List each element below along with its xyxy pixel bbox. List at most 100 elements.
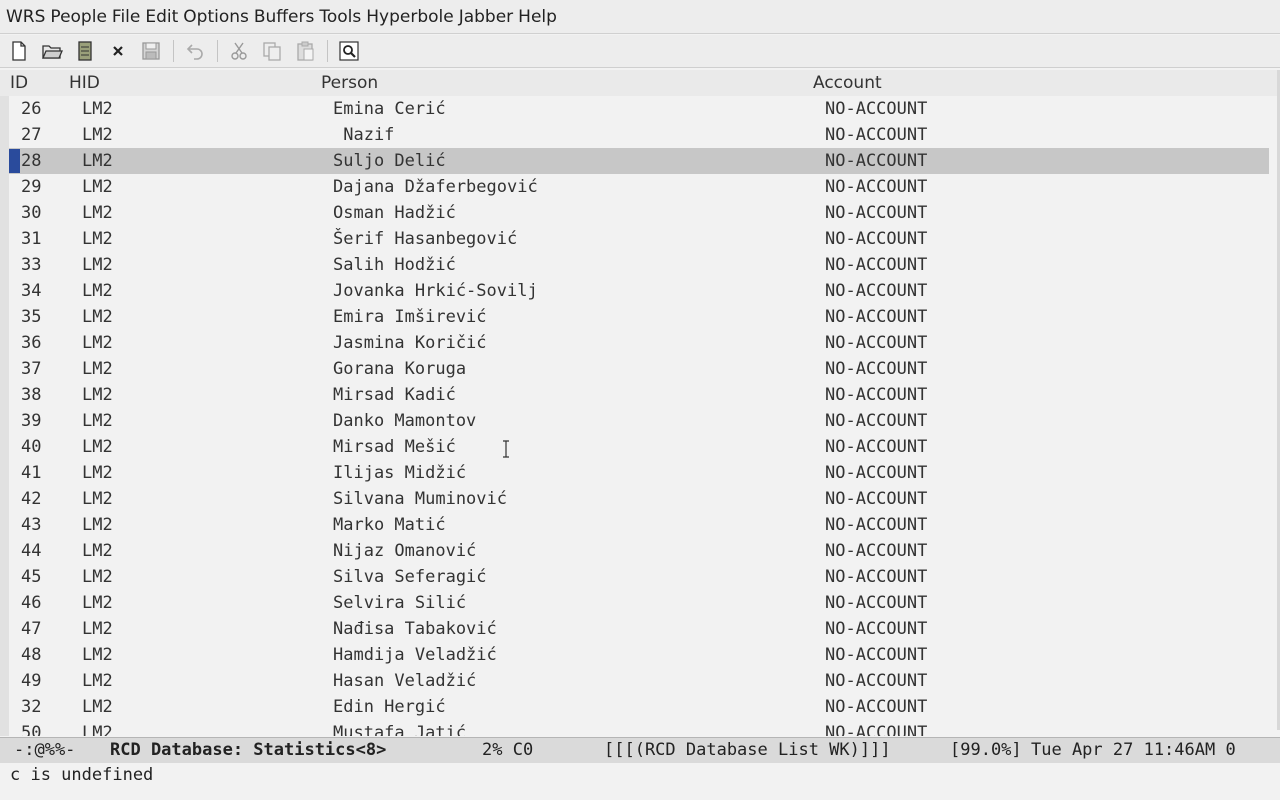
table-row[interactable]: 38 LM2 Mirsad Kadić NO-ACCOUNT [9, 382, 1269, 408]
text-cursor [9, 149, 20, 173]
cell-hid: LM2 [82, 229, 113, 249]
cell-id: 43 [21, 515, 42, 535]
table-row[interactable]: 49 LM2 Hasan Veladžić NO-ACCOUNT [9, 668, 1269, 694]
table-row[interactable]: 26 LM2 Emina Cerić NO-ACCOUNT [9, 96, 1269, 122]
column-header-account[interactable]: Account [813, 73, 882, 93]
cell-account: NO-ACCOUNT [825, 203, 928, 223]
table-row[interactable]: 41 LM2 Ilijas Midžić NO-ACCOUNT [9, 460, 1269, 486]
cell-person: Jasmina Koričić [333, 333, 487, 353]
cell-id: 32 [21, 697, 42, 717]
table-row[interactable]: 50 LM2 Mustafa Jatić NO-ACCOUNT [9, 720, 1269, 736]
cell-hid: LM2 [82, 645, 113, 665]
table-row[interactable]: 27 LM2 Nazif NO-ACCOUNT [9, 122, 1269, 148]
table-row[interactable]: 39 LM2 Danko Mamontov NO-ACCOUNT [9, 408, 1269, 434]
dired-icon[interactable] [72, 38, 98, 64]
menu-item-buffers[interactable]: Buffers [254, 7, 314, 27]
open-folder-icon[interactable] [39, 38, 65, 64]
column-header-person[interactable]: Person [321, 73, 378, 93]
table-row[interactable]: 32 LM2 Edin Hergić NO-ACCOUNT [9, 694, 1269, 720]
column-header-id[interactable]: ID [10, 73, 28, 93]
paste-icon[interactable] [292, 38, 318, 64]
close-icon[interactable] [105, 38, 131, 64]
table-row[interactable]: 42 LM2 Silvana Muminović NO-ACCOUNT [9, 486, 1269, 512]
modeline-status: -:@%%- [14, 740, 76, 760]
table-row[interactable]: 46 LM2 Selvira Silić NO-ACCOUNT [9, 590, 1269, 616]
menu-item-wrs[interactable]: WRS [6, 7, 45, 27]
cell-hid: LM2 [82, 151, 113, 171]
cell-account: NO-ACCOUNT [825, 619, 928, 639]
modeline-buffer-name[interactable]: RCD Database: Statistics<8> [110, 738, 386, 763]
menu-item-edit[interactable]: Edit [145, 7, 178, 27]
cell-id: 34 [21, 281, 42, 301]
table-row[interactable]: 28 LM2 Suljo Delić NO-ACCOUNT [9, 148, 1269, 174]
menu-bar: WRS People File Edit Options Buffers Tools Hype… [0, 0, 1280, 34]
toolbar-separator [327, 40, 328, 62]
cell-person: Marko Matić [333, 515, 446, 535]
save-icon[interactable] [138, 38, 164, 64]
menu-item-tools[interactable]: Tools [319, 7, 361, 27]
cell-person: Emira Imširević [333, 307, 487, 327]
table-row[interactable]: 31 LM2 Šerif Hasanbegović NO-ACCOUNT [9, 226, 1269, 252]
cell-account: NO-ACCOUNT [825, 463, 928, 483]
table-row[interactable]: 48 LM2 Hamdija Veladžić NO-ACCOUNT [9, 642, 1269, 668]
toolbar-separator [217, 40, 218, 62]
cell-account: NO-ACCOUNT [825, 697, 928, 717]
cell-hid: LM2 [82, 359, 113, 379]
menu-item-hyperbole[interactable]: Hyperbole [366, 7, 453, 27]
cell-person: Edin Hergić [333, 697, 446, 717]
table-row[interactable]: 29 LM2 Dajana Džaferbegović NO-ACCOUNT [9, 174, 1269, 200]
cell-id: 42 [21, 489, 42, 509]
column-header: ID HID Person Account [0, 70, 1280, 96]
undo-icon[interactable] [182, 38, 208, 64]
table-row[interactable]: 30 LM2 Osman Hadžić NO-ACCOUNT [9, 200, 1269, 226]
cell-hid: LM2 [82, 333, 113, 353]
menu-item-file[interactable]: File [112, 7, 140, 27]
table-row[interactable]: 45 LM2 Silva Seferagić NO-ACCOUNT [9, 564, 1269, 590]
table-row[interactable]: 47 LM2 Nađisa Tabaković NO-ACCOUNT [9, 616, 1269, 642]
cell-hid: LM2 [82, 697, 113, 717]
cell-person: Salih Hodžić [333, 255, 456, 275]
cell-account: NO-ACCOUNT [825, 359, 928, 379]
table-row[interactable]: 36 LM2 Jasmina Koričić NO-ACCOUNT [9, 330, 1269, 356]
table-row[interactable]: 33 LM2 Salih Hodžić NO-ACCOUNT [9, 252, 1269, 278]
cell-id: 39 [21, 411, 42, 431]
table-row[interactable]: 35 LM2 Emira Imširević NO-ACCOUNT [9, 304, 1269, 330]
column-header-hid[interactable]: HID [69, 73, 100, 93]
menu-item-options[interactable]: Options [183, 7, 249, 27]
tool-bar [0, 35, 1280, 68]
cell-account: NO-ACCOUNT [825, 333, 928, 353]
cell-id: 48 [21, 645, 42, 665]
menu-item-jabber[interactable]: Jabber [459, 7, 513, 27]
mouse-ibeam-cursor [503, 440, 509, 458]
cell-account: NO-ACCOUNT [825, 385, 928, 405]
cell-id: 27 [21, 125, 42, 145]
table-row[interactable]: 43 LM2 Marko Matić NO-ACCOUNT [9, 512, 1269, 538]
cell-account: NO-ACCOUNT [825, 723, 928, 736]
cell-person: Ilijas Midžić [333, 463, 467, 483]
cell-person: Hasan Veladžić [333, 671, 477, 691]
cut-icon[interactable] [226, 38, 252, 64]
cell-id: 28 [21, 151, 42, 171]
cell-account: NO-ACCOUNT [825, 229, 928, 249]
modeline-major-mode[interactable]: [[[(RCD Database List WK)]]] [604, 738, 891, 763]
cell-person: Gorana Koruga [333, 359, 467, 379]
cell-person: Dajana Džaferbegović [333, 177, 538, 197]
cell-id: 35 [21, 307, 42, 327]
mode-line: -:@%%- RCD Database: Statistics<8> 2% C0… [0, 737, 1280, 763]
copy-icon[interactable] [259, 38, 285, 64]
menu-item-help[interactable]: Help [518, 7, 557, 27]
table-row[interactable]: 37 LM2 Gorana Koruga NO-ACCOUNT [9, 356, 1269, 382]
menu-item-people[interactable]: People [50, 7, 106, 27]
modeline-position: 2% C0 [482, 740, 534, 760]
cell-id: 30 [21, 203, 42, 223]
cell-hid: LM2 [82, 671, 113, 691]
new-file-icon[interactable] [6, 38, 32, 64]
table-row[interactable]: 44 LM2 Nijaz Omanović NO-ACCOUNT [9, 538, 1269, 564]
search-icon[interactable] [336, 38, 362, 64]
table-row[interactable]: 34 LM2 Jovanka Hrkić-Sovilj NO-ACCOUNT [9, 278, 1269, 304]
cell-account: NO-ACCOUNT [825, 281, 928, 301]
cell-person: Silva Seferagić [333, 567, 487, 587]
people-list[interactable]: 26 LM2 Emina Cerić NO-ACCOUNT 27 LM2 Nazif NO-… [0, 96, 1280, 736]
cell-account: NO-ACCOUNT [825, 671, 928, 691]
table-row[interactable]: 40 LM2 Mirsad Mešić NO-ACCOUNT [9, 434, 1269, 460]
